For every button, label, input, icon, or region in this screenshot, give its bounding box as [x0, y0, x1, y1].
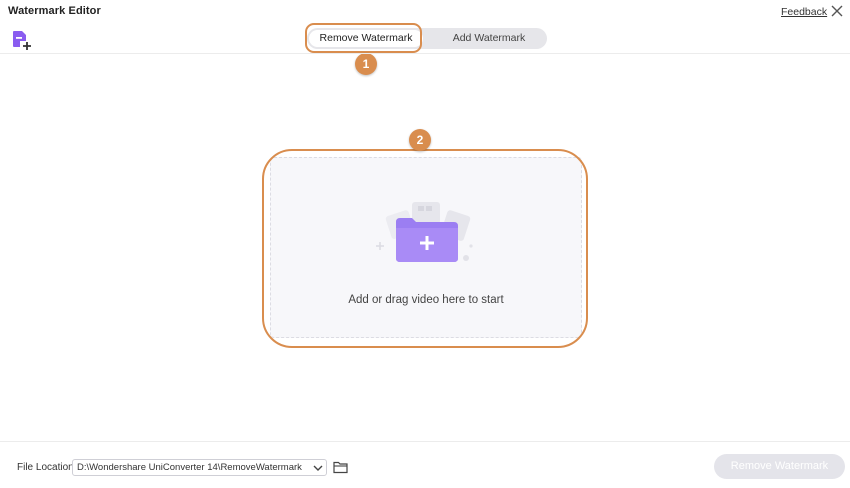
add-file-icon[interactable] — [11, 29, 33, 51]
add-folder-icon — [376, 202, 473, 262]
chevron-down-icon — [313, 465, 323, 471]
footer-divider — [0, 441, 850, 442]
dropzone-instruction: Add or drag video here to start — [348, 294, 504, 306]
tab-add-watermark[interactable]: Add Watermark — [431, 28, 547, 49]
tab-remove-watermark[interactable]: Remove Watermark — [309, 30, 423, 47]
file-location-select[interactable]: D:\Wondershare UniConverter 14\RemoveWat… — [72, 459, 327, 476]
folder-icon[interactable] — [333, 460, 348, 474]
file-location-label: File Location: — [17, 462, 77, 473]
step1-badge: 1 — [355, 53, 377, 75]
step2-badge: 2 — [409, 129, 431, 151]
title-bar: Watermark Editor Feedback — [0, 0, 850, 24]
mode-tabs: Remove Watermark Add Watermark — [307, 28, 547, 49]
file-location-value: D:\Wondershare UniConverter 14\RemoveWat… — [77, 462, 302, 473]
remove-watermark-button[interactable]: Remove Watermark — [714, 454, 845, 479]
toolbar-divider — [0, 53, 850, 54]
close-icon[interactable] — [830, 4, 844, 18]
feedback-link[interactable]: Feedback — [781, 6, 827, 18]
window-title: Watermark Editor — [8, 5, 101, 17]
